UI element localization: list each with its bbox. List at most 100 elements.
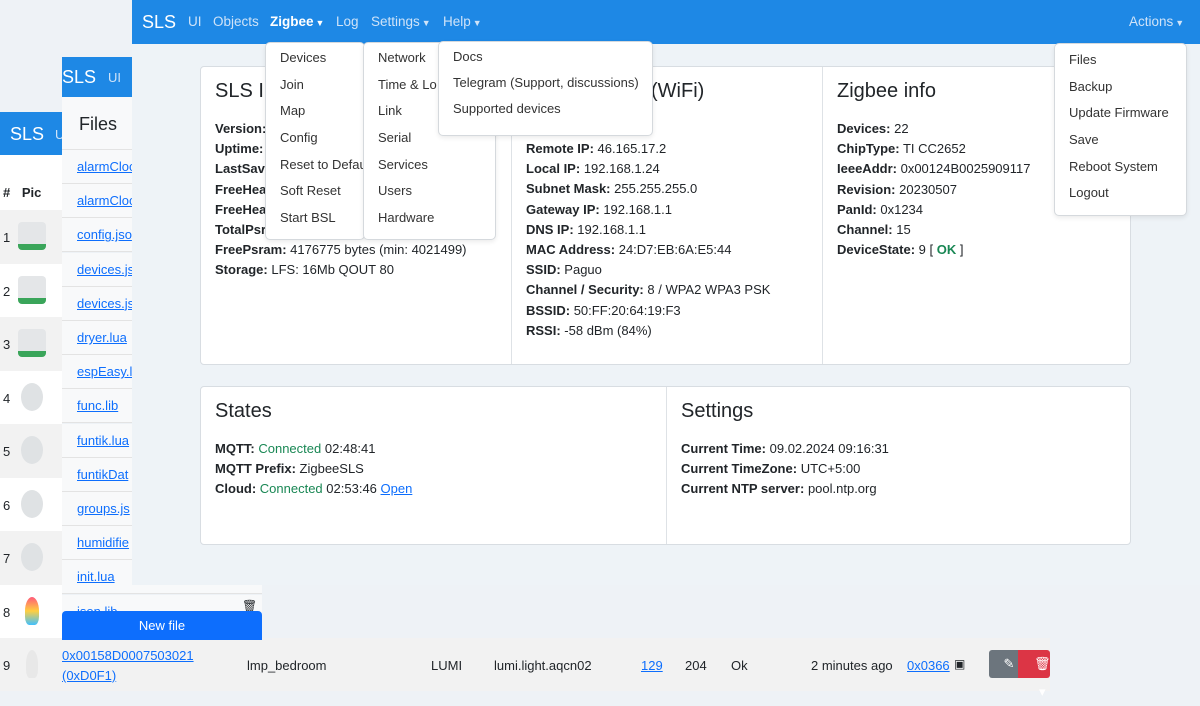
table-row[interactable]: 5 [0,424,62,478]
menu-item[interactable]: Services [364,150,495,177]
ieee-link[interactable]: 0x00158D0007503021 [62,648,194,663]
cloud-open-link[interactable]: Open [381,481,413,496]
row-num: 9 [3,658,11,673]
files-nav-ui[interactable]: UI [108,70,121,85]
menu-item[interactable]: Join [266,70,364,97]
menu-item[interactable]: Backup [1055,71,1186,98]
edit-button[interactable]: ✎ [989,650,1018,678]
menu-item[interactable]: Supported devices [439,94,652,120]
plug-icon [21,489,43,518]
new-file-button[interactable]: New file [62,611,262,640]
info-row: MAC Address: 24:D7:EB:6A:E5:44 [526,242,732,258]
menu-item[interactable]: Config [266,123,364,150]
back-navbar: SLS U [0,112,64,155]
router-link[interactable]: 0x0366 [907,658,950,673]
info-row: Subnet Mask: 255.255.255.0 [526,181,698,197]
help-menu: Docs Telegram (Support, discussions) Suppo… [438,41,653,136]
menu-item[interactable]: Soft Reset [266,176,364,203]
states: States MQTT: Connected 02:48:41 MQTT Pre… [201,387,666,544]
file-link[interactable]: devices.js [77,296,134,311]
col-num: # [3,185,11,200]
info-row: Current Time: 09.02.2024 09:16:31 [681,441,889,456]
file-link[interactable]: alarmCloc [77,193,136,208]
status: Ok [731,658,748,673]
file-link[interactable]: funtikDat [77,467,128,482]
vendor: LUMI [431,658,463,673]
menu-item[interactable]: Map [266,96,364,123]
edit-icon: ✎ [1003,656,1015,671]
last-seen: 2 minutes ago [811,658,893,673]
status-card: States MQTT: Connected 02:48:41 MQTT Pre… [200,386,1131,545]
table-row[interactable]: 7 [0,531,62,585]
nav-actions[interactable]: Actions ▼ [1129,14,1184,29]
menu-item[interactable]: Devices [266,43,364,70]
file-link[interactable]: devices.js [77,262,134,277]
menu-item[interactable]: Reboot System [1055,151,1186,178]
info-row: BSSID: 50:FF:20:64:19:F3 [526,302,681,318]
nav-settings[interactable]: Settings ▼ [371,14,431,29]
file-link[interactable]: groups.js [77,501,130,516]
files-brand[interactable]: SLS [62,67,96,88]
brand[interactable]: SLS [142,12,176,33]
states-title: States [215,400,272,422]
table-row[interactable]: 2 [0,263,62,318]
table-row[interactable]: 4 [0,370,62,425]
info-row: Channel / Security: 8 / WPA2 WPA3 PSK [526,282,771,298]
nwk-link[interactable]: (0xD0F1) [62,668,116,683]
table-header: # Pic [0,155,62,210]
settings-info: Settings Current Time: 09.02.2024 09:16:3… [666,387,1132,544]
trash-icon: 🗑▾ [1034,656,1051,699]
nav-help[interactable]: Help ▼ [443,14,482,29]
lqi-link[interactable]: 129 [641,658,663,673]
menu-item[interactable]: Reset to Defau [266,150,364,177]
info-row: Current NTP server: pool.ntp.org [681,481,877,497]
device-name: lmp_bedroom [247,658,327,673]
router-icon: ▣ [954,657,966,671]
zigbee-menu: Devices Join Map Config Reset to Defau Soft R… [265,42,365,240]
nav-zigbee[interactable]: Zigbee ▼ [270,14,324,29]
info-row: Current TimeZone: UTC+5:00 [681,461,861,477]
menu-item[interactable]: Update Firmware [1055,97,1186,124]
file-link[interactable]: espEasy.l [77,364,132,379]
row-num: 7 [3,551,11,566]
row-num: 5 [3,444,11,459]
menu-item[interactable]: Telegram (Support, discussions) [439,68,652,94]
settings-title: Settings [681,400,754,422]
menu-item[interactable]: Hardware [364,203,495,230]
file-link[interactable]: humidifie [77,535,129,550]
row-num: 8 [3,604,11,620]
wifi-info-title: (WiFi) [651,80,705,102]
file-link[interactable]: func.lib [77,398,118,413]
back-brand[interactable]: SLS [10,124,44,145]
table-row[interactable]: 9 0x00158D0007503021 (0xD0F1) lmp_bedroo… [0,638,1051,699]
menu-item[interactable]: Files [1055,44,1186,71]
file-link[interactable]: funtik.lua [77,433,129,448]
main-window: SLS UI Objects Zigbee ▼ Log Settings ▼ Hel… [132,0,1200,585]
delete-button[interactable]: 🗑▾ [1018,650,1051,699]
table-row[interactable]: 6 [0,477,62,532]
menu-item[interactable]: Start BSL [266,203,364,230]
row-num: 3 [3,337,11,352]
nav-log[interactable]: Log [336,14,359,29]
menu-item[interactable]: Logout [1055,177,1186,204]
table-row[interactable]: 8 [0,584,62,639]
menu-item[interactable]: Docs [439,42,652,68]
caret-down-icon: ▼ [1175,18,1185,28]
menu-item[interactable]: Save [1055,124,1186,151]
sensor-icon [21,436,43,464]
caret-down-icon: ▼ [472,18,482,28]
menu-item[interactable]: Users [364,176,495,203]
table-row[interactable]: 1 [0,210,62,264]
nav-ui[interactable]: UI [188,14,202,29]
row-num: 2 [3,283,11,299]
nav-objects[interactable]: Objects [213,14,259,29]
plug-icon [21,382,43,411]
table-row[interactable]: 3 [0,317,62,371]
file-link[interactable]: config.jso [77,227,132,242]
info-row: Channel: 15 [837,222,911,238]
device-state: DeviceState: 9 [ OK ] [837,242,964,258]
bulb-icon [25,596,39,625]
file-link[interactable]: alarmCloc [77,159,136,174]
file-link[interactable]: init.lua [77,569,115,584]
file-link[interactable]: dryer.lua [77,330,127,345]
